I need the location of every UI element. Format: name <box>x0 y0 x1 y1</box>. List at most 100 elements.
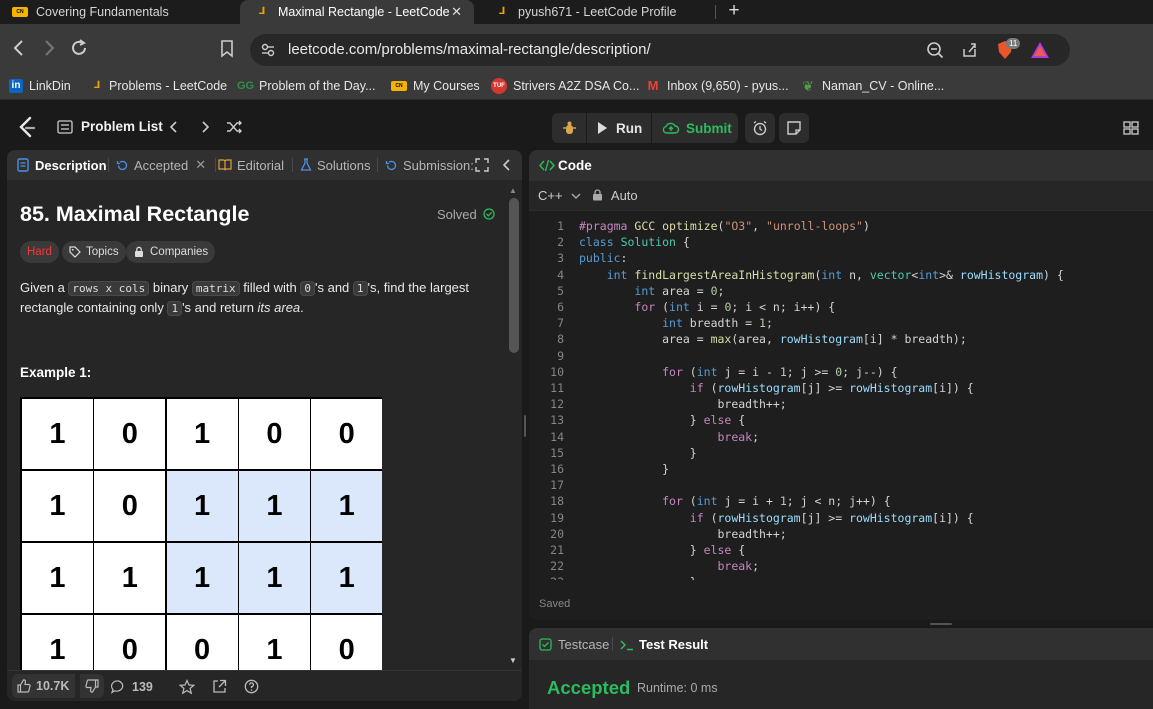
code-line[interactable]: 6 for (int i = 0; i < n; i++) { <box>529 299 1153 315</box>
prev-problem-icon[interactable] <box>167 120 181 134</box>
tab-description[interactable]: Description <box>17 150 107 180</box>
code-line[interactable]: 1 #pragma GCC optimize("O3", "unroll-loop… <box>529 218 1153 234</box>
tab-divider <box>215 158 216 172</box>
browser-tab-covering-fundamentals[interactable]: CN Covering Fundamentals <box>12 0 237 24</box>
matrix-cell: 0 <box>311 399 382 469</box>
tab-testcase[interactable]: Testcase <box>539 637 609 652</box>
code-line[interactable]: 7 int breadth = 1; <box>529 315 1153 331</box>
forward-arrow-icon[interactable] <box>36 35 62 61</box>
share-icon[interactable] <box>212 679 227 694</box>
code-line[interactable]: 21 } else { <box>529 542 1153 558</box>
code-line[interactable]: 5 int area = 0; <box>529 283 1153 299</box>
comments-button[interactable]: 139 <box>111 671 153 701</box>
bookmark-gfg[interactable]: GG Problem of the Day... <box>237 72 376 100</box>
run-button[interactable]: Run <box>587 113 651 143</box>
share-icon[interactable] <box>960 41 978 59</box>
code-line[interactable]: 23 } <box>529 574 1153 580</box>
tab-accepted[interactable]: Accepted ✕ <box>116 150 206 180</box>
browser-tab-title: Covering Fundamentals <box>36 5 169 19</box>
language-select[interactable]: C++ <box>538 188 581 203</box>
code-text: for (int j = i - 1; j >= 0; j--) { <box>662 364 898 379</box>
line-number: 7 <box>557 316 564 331</box>
help-icon[interactable] <box>244 679 259 694</box>
code-line[interactable]: 17 <box>529 477 1153 493</box>
dislike-button[interactable] <box>80 674 104 698</box>
url-bar[interactable]: leetcode.com/problems/maximal-rectangle/… <box>250 34 1070 66</box>
horizontal-splitter[interactable] <box>930 622 952 626</box>
collapse-panel-icon[interactable] <box>501 159 513 171</box>
tab-submissions[interactable]: Submission: <box>385 150 474 180</box>
code-editor[interactable]: 1 #pragma GCC optimize("O3", "unroll-loop… <box>529 216 1153 580</box>
debug-button[interactable] <box>552 113 586 143</box>
next-problem-icon[interactable] <box>198 120 212 134</box>
bookmark-linkedin[interactable]: in LinkDin <box>9 72 71 100</box>
layout-grid-icon[interactable] <box>1123 120 1139 136</box>
submit-label: Submit <box>686 120 732 136</box>
shuffle-icon[interactable] <box>226 119 242 135</box>
scrollbar-thumb[interactable] <box>509 198 519 353</box>
bookmark-gmail[interactable]: M Inbox (9,650) - pyus... <box>645 72 789 100</box>
scroll-up-icon[interactable]: ▲ <box>509 186 517 195</box>
matrix-cell: 1 <box>22 615 93 677</box>
code-line[interactable]: 16 } <box>529 461 1153 477</box>
code-line[interactable]: 12 breadth++; <box>529 396 1153 412</box>
list-icon[interactable] <box>57 120 73 134</box>
bookmark-overleaf[interactable]: ❦ Naman_CV - Online... <box>800 72 944 100</box>
brave-shield-icon[interactable]: 11 <box>995 38 1021 60</box>
zoom-icon[interactable] <box>926 41 944 59</box>
timer-button[interactable] <box>745 113 775 143</box>
bookmark-strivers[interactable]: TUF Strivers A2Z DSA Co... <box>491 72 639 100</box>
topics-label: Topics <box>86 246 119 258</box>
tab-test-result[interactable]: Test Result <box>620 637 708 652</box>
code-text: breadth++; <box>579 397 787 412</box>
fullscreen-icon[interactable] <box>475 158 489 172</box>
code-line[interactable]: 4 int findLargestAreaInHistogram(int n, … <box>529 267 1153 283</box>
code-line[interactable]: 2 class Solution { <box>529 234 1153 250</box>
code-line[interactable]: 11 if (rowHistogram[j] >= rowHistogram[i… <box>529 380 1153 396</box>
new-tab-icon[interactable]: + <box>724 0 744 24</box>
companies-button[interactable]: Companies <box>126 241 216 263</box>
bookmark-problems-leetcode[interactable]: ⅃ Problems - LeetCode <box>91 72 227 100</box>
auto-mode-indicator[interactable]: Auto <box>592 188 638 203</box>
tab-solutions[interactable]: Solutions <box>300 150 370 180</box>
like-button[interactable]: 10.7K <box>12 674 76 698</box>
reload-icon[interactable] <box>66 35 92 61</box>
code-line[interactable]: 8 area = max(area, rowHistogram[i] * bre… <box>529 331 1153 347</box>
inline-code: 1 <box>352 281 368 296</box>
code-line[interactable]: 14 break; <box>529 429 1153 445</box>
code-line[interactable]: 15 } <box>529 445 1153 461</box>
submit-button[interactable]: Submit <box>652 113 738 143</box>
brave-rewards-icon[interactable] <box>1030 41 1050 59</box>
browser-tab-maximal-rectangle[interactable]: ⅃ Maximal Rectangle - LeetCode ✕ <box>240 0 474 24</box>
site-settings-icon[interactable] <box>260 42 276 58</box>
line-number: 18 <box>550 494 564 509</box>
back-arrow-icon[interactable] <box>6 35 32 61</box>
code-line[interactable]: 10 for (int j = i - 1; j >= 0; j--) { <box>529 364 1153 380</box>
code-line[interactable]: 22 break; <box>529 558 1153 574</box>
line-number: 3 <box>557 251 564 266</box>
tab-editorial[interactable]: Editorial <box>218 150 284 180</box>
browser-tab-profile[interactable]: ⅃ pyush671 - LeetCode Profile <box>494 0 714 24</box>
code-line[interactable]: 13 } else { <box>529 412 1153 428</box>
notes-button[interactable] <box>779 113 809 143</box>
line-number: 14 <box>550 429 564 444</box>
bookmark-my-courses[interactable]: CN My Courses <box>391 72 480 100</box>
problem-list-link[interactable]: Problem List <box>81 119 163 134</box>
scroll-down-icon[interactable]: ▼ <box>509 656 517 665</box>
matrix-cell: 0 <box>94 615 166 677</box>
line-number: 8 <box>557 332 564 347</box>
code-line[interactable]: 18 for (int j = i + 1; j < n; j++) { <box>529 493 1153 509</box>
code-line[interactable]: 19 if (rowHistogram[j] >= rowHistogram[i… <box>529 510 1153 526</box>
description-scrollbar[interactable]: ▲ ▼ <box>506 184 520 668</box>
star-icon[interactable] <box>179 679 195 695</box>
close-tab-icon[interactable]: ✕ <box>195 157 206 173</box>
code-line[interactable]: 3 public: <box>529 250 1153 266</box>
close-tab-icon[interactable]: ✕ <box>451 4 462 20</box>
leetcode-logo-icon[interactable] <box>17 116 37 138</box>
leetcode-icon: ⅃ <box>258 6 266 17</box>
topics-button[interactable]: Topics <box>62 241 126 263</box>
bookmark-icon[interactable] <box>214 35 240 61</box>
code-line[interactable]: 20 breadth++; <box>529 526 1153 542</box>
code-line[interactable]: 9 <box>529 348 1153 364</box>
vertical-splitter[interactable] <box>522 415 528 437</box>
